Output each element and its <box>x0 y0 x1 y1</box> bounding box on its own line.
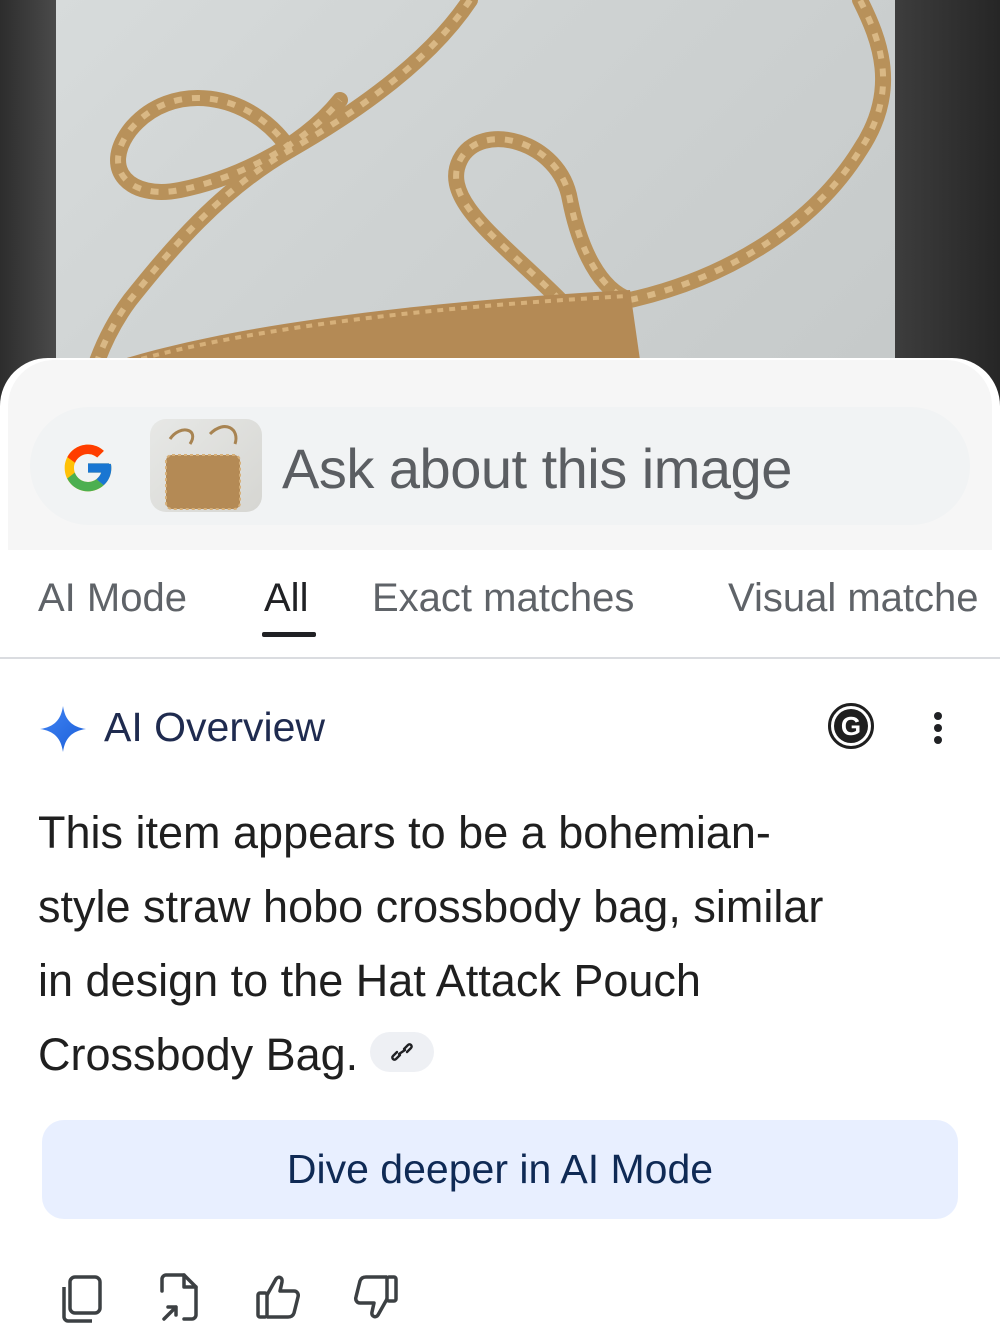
ai-overview-header: AI Overview G <box>38 700 962 756</box>
tab-exact-matches[interactable]: Exact matches <box>372 576 634 621</box>
copy-icon[interactable] <box>58 1271 106 1325</box>
tab-all[interactable]: All <box>264 576 308 621</box>
overview-line: This item appears to be a bohemian- <box>38 807 771 858</box>
share-icon[interactable] <box>156 1271 204 1325</box>
more-options-icon[interactable] <box>928 706 948 750</box>
result-tabs: AI Mode All Exact matches Visual matche <box>0 560 1000 658</box>
account-badge-icon[interactable]: G <box>828 703 874 749</box>
link-icon <box>391 1043 414 1061</box>
feedback-actions <box>0 1265 1000 1333</box>
search-input-placeholder[interactable]: Ask about this image <box>282 436 792 501</box>
account-badge-letter: G <box>834 709 868 743</box>
ai-overview-text: This item appears to be a bohemian- styl… <box>38 796 958 1092</box>
google-logo-icon[interactable] <box>60 440 116 496</box>
tab-visual-matches[interactable]: Visual matche <box>728 576 979 621</box>
overview-line: style straw hobo crossbody bag, similar <box>38 881 824 932</box>
thumbs-down-icon[interactable] <box>352 1271 400 1325</box>
image-preview <box>0 0 1000 420</box>
query-image-thumbnail[interactable] <box>150 419 262 512</box>
straw-bag-photo <box>72 0 892 420</box>
overview-line: Crossbody Bag. <box>38 1029 359 1080</box>
sparkle-icon <box>40 706 86 752</box>
overview-line-last: Crossbody Bag. <box>38 1018 958 1092</box>
thumbnail-bag-icon <box>165 425 241 510</box>
source-link-chip[interactable] <box>370 1032 435 1073</box>
active-tab-indicator <box>262 632 316 637</box>
overview-line: in design to the Hat Attack Pouch <box>38 955 701 1006</box>
dive-deeper-button[interactable]: Dive deeper in AI Mode <box>42 1120 958 1219</box>
tabs-divider <box>0 657 1000 659</box>
thumbs-up-icon[interactable] <box>254 1271 302 1325</box>
ai-overview-title: AI Overview <box>104 704 325 750</box>
tab-ai-mode[interactable]: AI Mode <box>38 576 187 621</box>
